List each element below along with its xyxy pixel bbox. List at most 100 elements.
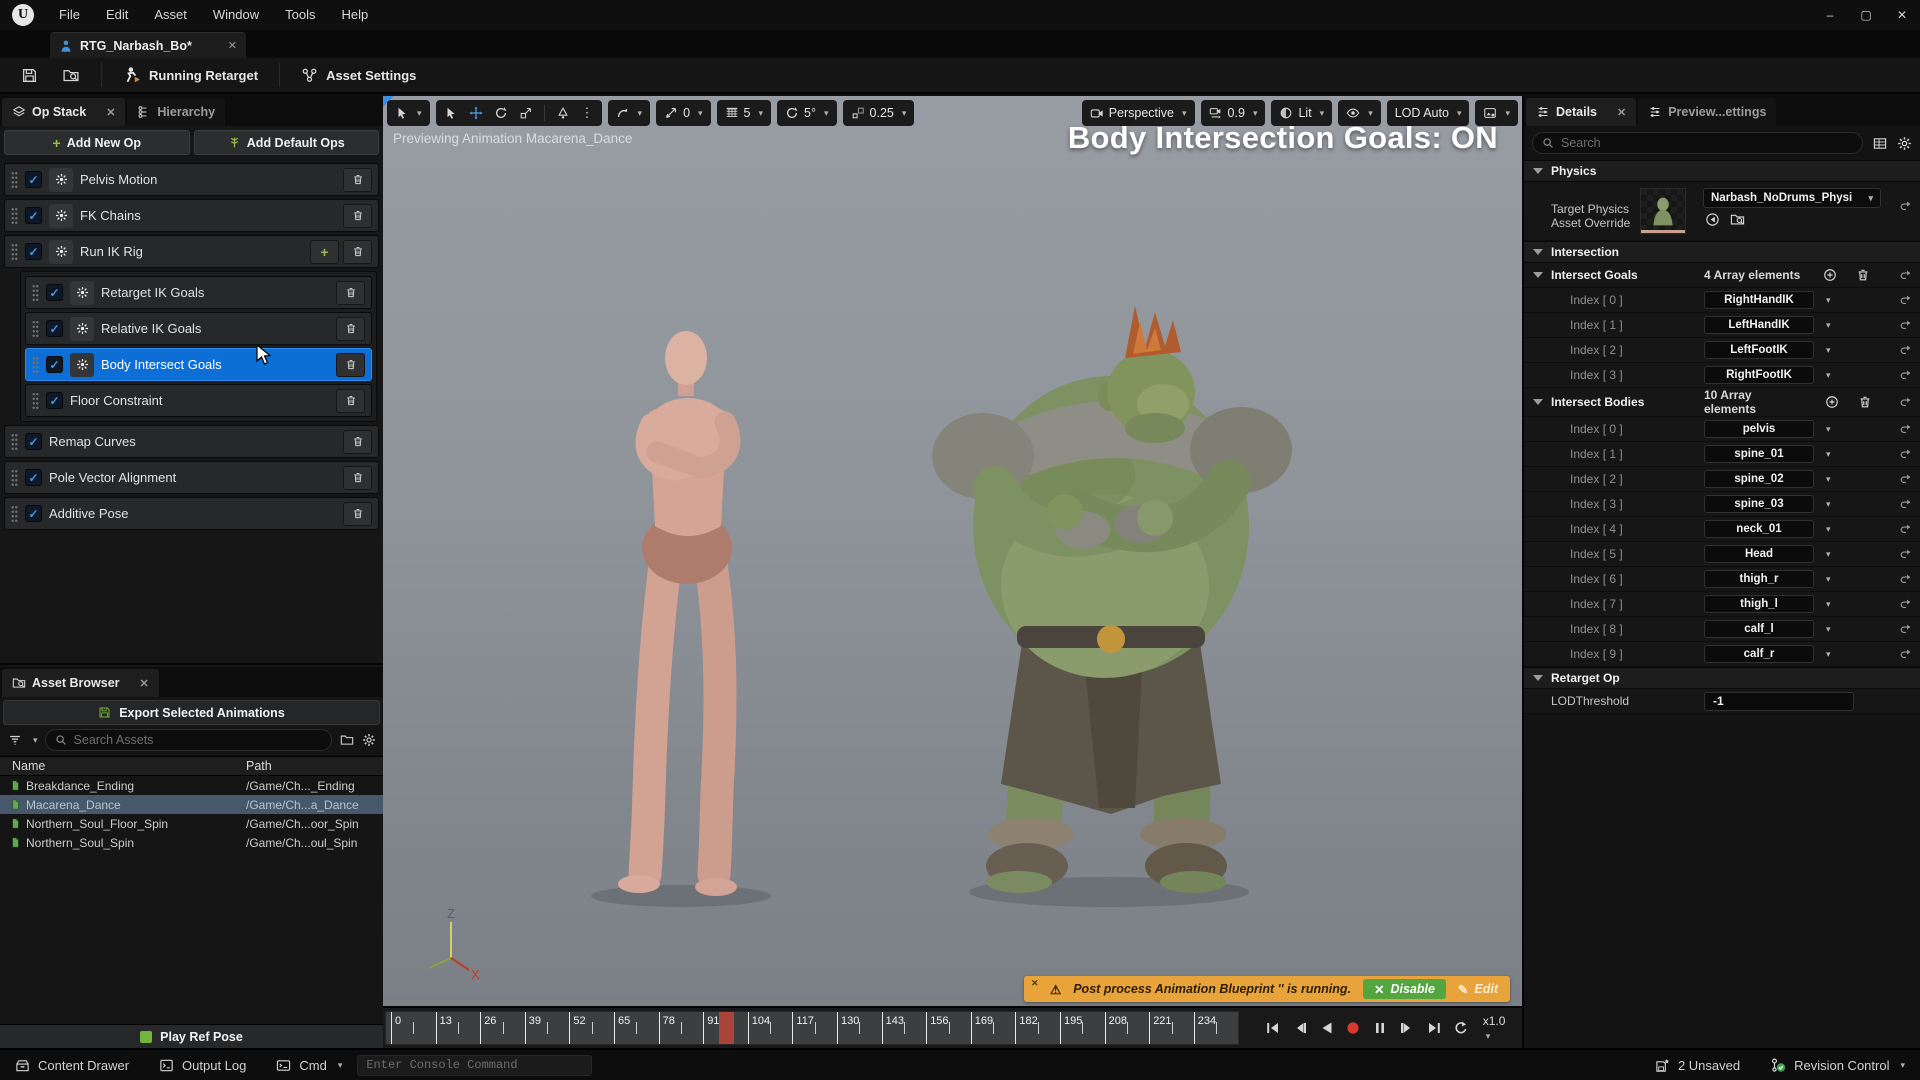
chevron-down-icon[interactable]: ▾	[1826, 549, 1831, 560]
op-enabled-checkbox[interactable]: ✓	[25, 505, 42, 522]
add-default-ops-button[interactable]: Add Default Ops	[194, 130, 380, 155]
go-to-end-button[interactable]	[1424, 1018, 1444, 1038]
drag-handle[interactable]	[11, 469, 18, 487]
op-enabled-checkbox[interactable]: ✓	[25, 469, 42, 486]
unsaved-button[interactable]: 2 Unsaved	[1640, 1058, 1755, 1073]
drag-handle[interactable]	[32, 320, 39, 338]
close-window-icon[interactable]: ✕	[1884, 0, 1920, 30]
menu-help[interactable]: Help	[328, 0, 381, 30]
reset-property-button[interactable]	[1890, 623, 1920, 636]
drag-handle[interactable]	[11, 171, 18, 189]
intersect-body-value[interactable]: thigh_r	[1704, 570, 1814, 588]
grid-snap-dropdown[interactable]: 5▾	[717, 100, 771, 126]
reset-property-button[interactable]	[1890, 573, 1920, 586]
reset-property-button[interactable]	[1891, 396, 1920, 409]
chevron-down-icon[interactable]: ▾	[1826, 345, 1831, 356]
revision-control-button[interactable]: Revision Control ▾	[1755, 1057, 1920, 1073]
rotate-tool-icon[interactable]	[494, 106, 508, 120]
rotation-snap-dropdown[interactable]: 5°▾	[777, 100, 836, 126]
reset-property-button[interactable]	[1890, 423, 1920, 436]
asset-row-northern-soul-spin[interactable]: Northern_Soul_Spin/Game/Ch...oul_Spin	[0, 833, 383, 852]
drag-handle[interactable]	[11, 207, 18, 225]
scale-snap-dropdown[interactable]: 0.25▾	[843, 100, 915, 126]
op-enabled-checkbox[interactable]: ✓	[25, 433, 42, 450]
export-selected-animations-button[interactable]: Export Selected Animations	[3, 700, 380, 725]
scale-tool-icon[interactable]	[519, 106, 533, 120]
reset-property-button[interactable]	[1890, 498, 1920, 511]
folder-icon[interactable]	[339, 733, 355, 747]
delete-op-button[interactable]	[336, 389, 365, 413]
chevron-down-icon[interactable]: ▾	[1826, 370, 1831, 381]
minimize-window-icon[interactable]: –	[1812, 0, 1848, 30]
warning-close-icon[interactable]: ✕	[1031, 978, 1039, 989]
console-command-input[interactable]	[357, 1055, 592, 1076]
tab-close-icon[interactable]: ✕	[140, 677, 149, 690]
op-row-remap-curves[interactable]: ✓Remap Curves	[4, 425, 379, 458]
op-enabled-checkbox[interactable]: ✓	[25, 207, 42, 224]
intersect-body-value[interactable]: spine_01	[1704, 445, 1814, 463]
drag-handle[interactable]	[32, 284, 39, 302]
chevron-down-icon[interactable]: ▾	[1826, 295, 1831, 306]
op-row-pole-vector-alignment[interactable]: ✓Pole Vector Alignment	[4, 461, 379, 494]
play-reverse-button[interactable]	[1317, 1018, 1337, 1038]
chevron-down-icon[interactable]: ▾	[1826, 599, 1831, 610]
unreal-logo-icon[interactable]: U	[0, 4, 46, 26]
reset-property-button[interactable]	[1890, 344, 1920, 357]
save-button[interactable]	[10, 61, 49, 89]
step-forward-button[interactable]	[1397, 1018, 1417, 1038]
viewport[interactable]: ▾ ⋮ ▾ 0▾ 5▾	[383, 96, 1522, 1006]
filter-chevron-icon[interactable]: ▾	[33, 735, 38, 746]
reset-property-button[interactable]	[1890, 598, 1920, 611]
chevron-down-icon[interactable]: ▾	[1826, 449, 1831, 460]
drag-handle[interactable]	[32, 356, 39, 374]
op-row-pelvis-motion[interactable]: ✓Pelvis Motion	[4, 163, 379, 196]
delete-op-button[interactable]	[336, 317, 365, 341]
reset-property-button[interactable]	[1890, 523, 1920, 536]
clear-array-button[interactable]	[1858, 395, 1872, 409]
intersect-body-value[interactable]: calf_r	[1704, 645, 1814, 663]
browse-to-asset-icon[interactable]	[1730, 212, 1745, 227]
op-row-retarget-ik-goals[interactable]: ✓Retarget IK Goals	[25, 276, 372, 309]
section-physics[interactable]: Physics	[1524, 160, 1920, 182]
asset-row-northern-soul-floor-spin[interactable]: Northern_Soul_Floor_Spin/Game/Ch...oor_S…	[0, 814, 383, 833]
actor-snap-dropdown[interactable]: 0▾	[656, 100, 710, 126]
details-search-box[interactable]	[1532, 132, 1863, 154]
settings-gear-icon[interactable]	[1897, 136, 1912, 151]
timeline-ruler[interactable]: 0132639526578911041171301431561691821952…	[385, 1011, 1239, 1045]
op-enabled-checkbox[interactable]: ✓	[25, 243, 42, 260]
select-tool-icon[interactable]	[444, 106, 458, 120]
physics-asset-thumbnail[interactable]	[1640, 188, 1686, 234]
snap-rotation-mode-dropdown[interactable]: ▾	[608, 100, 651, 126]
details-search-input[interactable]	[1561, 136, 1853, 150]
delete-op-button[interactable]	[343, 502, 372, 526]
output-log-button[interactable]: Output Log	[144, 1050, 261, 1080]
op-enabled-checkbox[interactable]: ✓	[46, 356, 63, 373]
tab-rtg-narbash[interactable]: RTG_Narbash_Bo* ✕	[50, 32, 246, 58]
physics-asset-dropdown[interactable]: Narbash_NoDrums_Physi ▾	[1703, 188, 1881, 208]
add-new-op-button[interactable]: +Add New Op	[4, 130, 190, 155]
reset-property-button[interactable]	[1890, 294, 1920, 307]
asset-search-box[interactable]	[45, 729, 332, 751]
delete-op-button[interactable]	[336, 281, 365, 305]
clear-array-button[interactable]	[1856, 268, 1870, 282]
intersect-goal-value[interactable]: LeftFootIK	[1704, 341, 1814, 359]
chevron-down-icon[interactable]: ▾	[1826, 649, 1831, 660]
delete-op-button[interactable]	[336, 353, 365, 377]
filter-icon[interactable]	[7, 733, 23, 747]
asset-settings-button[interactable]: Asset Settings	[290, 61, 427, 89]
op-enabled-checkbox[interactable]: ✓	[46, 392, 63, 409]
column-name[interactable]: Name	[0, 759, 240, 773]
column-path[interactable]: Path	[240, 759, 383, 773]
tab-op-stack[interactable]: Op Stack ✕	[2, 98, 125, 126]
section-retarget-op[interactable]: Retarget Op	[1524, 667, 1920, 689]
intersect-goals-header[interactable]: Intersect Goals 4 Array elements	[1524, 263, 1920, 288]
chevron-down-icon[interactable]: ▾	[1826, 424, 1831, 435]
menu-file[interactable]: File	[46, 0, 93, 30]
intersect-body-value[interactable]: thigh_l	[1704, 595, 1814, 613]
reset-property-button[interactable]	[1890, 369, 1920, 382]
record-button[interactable]	[1343, 1018, 1363, 1038]
delete-op-button[interactable]	[343, 466, 372, 490]
intersect-body-value[interactable]: spine_03	[1704, 495, 1814, 513]
menu-window[interactable]: Window	[200, 0, 272, 30]
more-options-icon[interactable]: ⋮	[581, 105, 594, 121]
